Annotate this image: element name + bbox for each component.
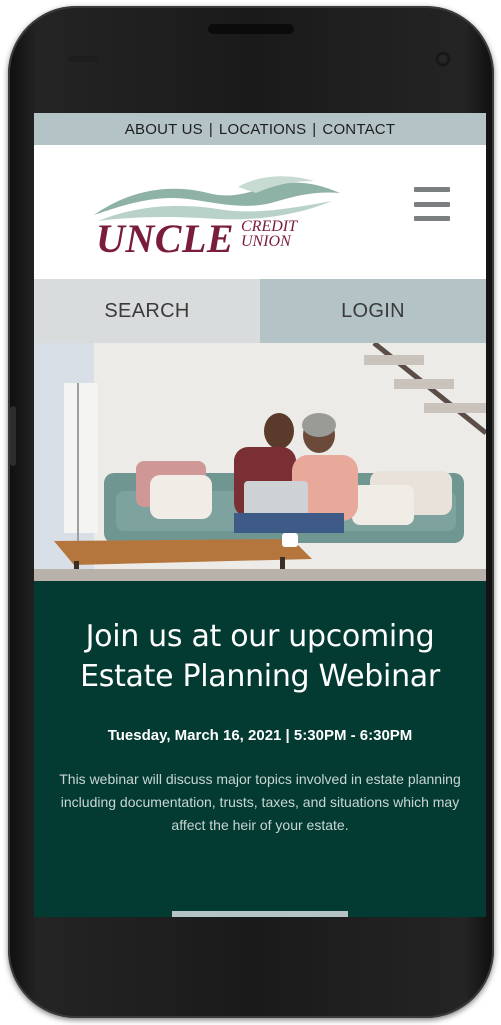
promo-date: Tuesday, March 16, 2021 | 5:30PM - 6:30P…	[107, 727, 413, 744]
action-tabs: SEARCH LOGIN	[34, 279, 486, 343]
nav-separator: |	[312, 120, 317, 138]
logo-union: UNION	[241, 233, 291, 250]
webinar-promo: Join us at our upcoming Estate Planning …	[34, 581, 486, 917]
front-camera	[436, 52, 450, 66]
menu-bar	[414, 201, 450, 207]
logo-credit: CREDIT	[241, 218, 297, 235]
phone-screen: ABOUT US | LOCATIONS | CONTACT UNCLE CRE…	[34, 113, 486, 917]
register-button[interactable]	[172, 911, 348, 917]
side-button	[10, 406, 16, 466]
hamburger-menu-icon[interactable]	[414, 187, 450, 221]
hero-photo	[34, 343, 486, 581]
nav-contact[interactable]: CONTACT	[322, 121, 395, 138]
logo-subtext: CREDIT UNION	[241, 218, 297, 250]
nav-separator: |	[208, 120, 213, 138]
nav-locations[interactable]: LOCATIONS	[219, 121, 306, 138]
speaker-grille	[208, 24, 294, 34]
promo-title: Join us at our upcoming Estate Planning …	[80, 619, 440, 694]
promo-description: This webinar will discuss major topics i…	[59, 771, 461, 833]
site-header: UNCLE CREDIT UNION	[34, 145, 486, 279]
nav-about-us[interactable]: ABOUT US	[125, 121, 203, 138]
search-tab[interactable]: SEARCH	[34, 279, 260, 343]
top-utility-nav: ABOUT US | LOCATIONS | CONTACT	[34, 113, 486, 145]
menu-bar	[414, 216, 450, 221]
logo-wordmark: UNCLE	[96, 216, 235, 261]
menu-bar	[414, 187, 450, 192]
login-tab[interactable]: LOGIN	[260, 279, 486, 343]
couple-on-sofa-image	[34, 343, 486, 581]
proximity-sensor	[68, 56, 98, 62]
